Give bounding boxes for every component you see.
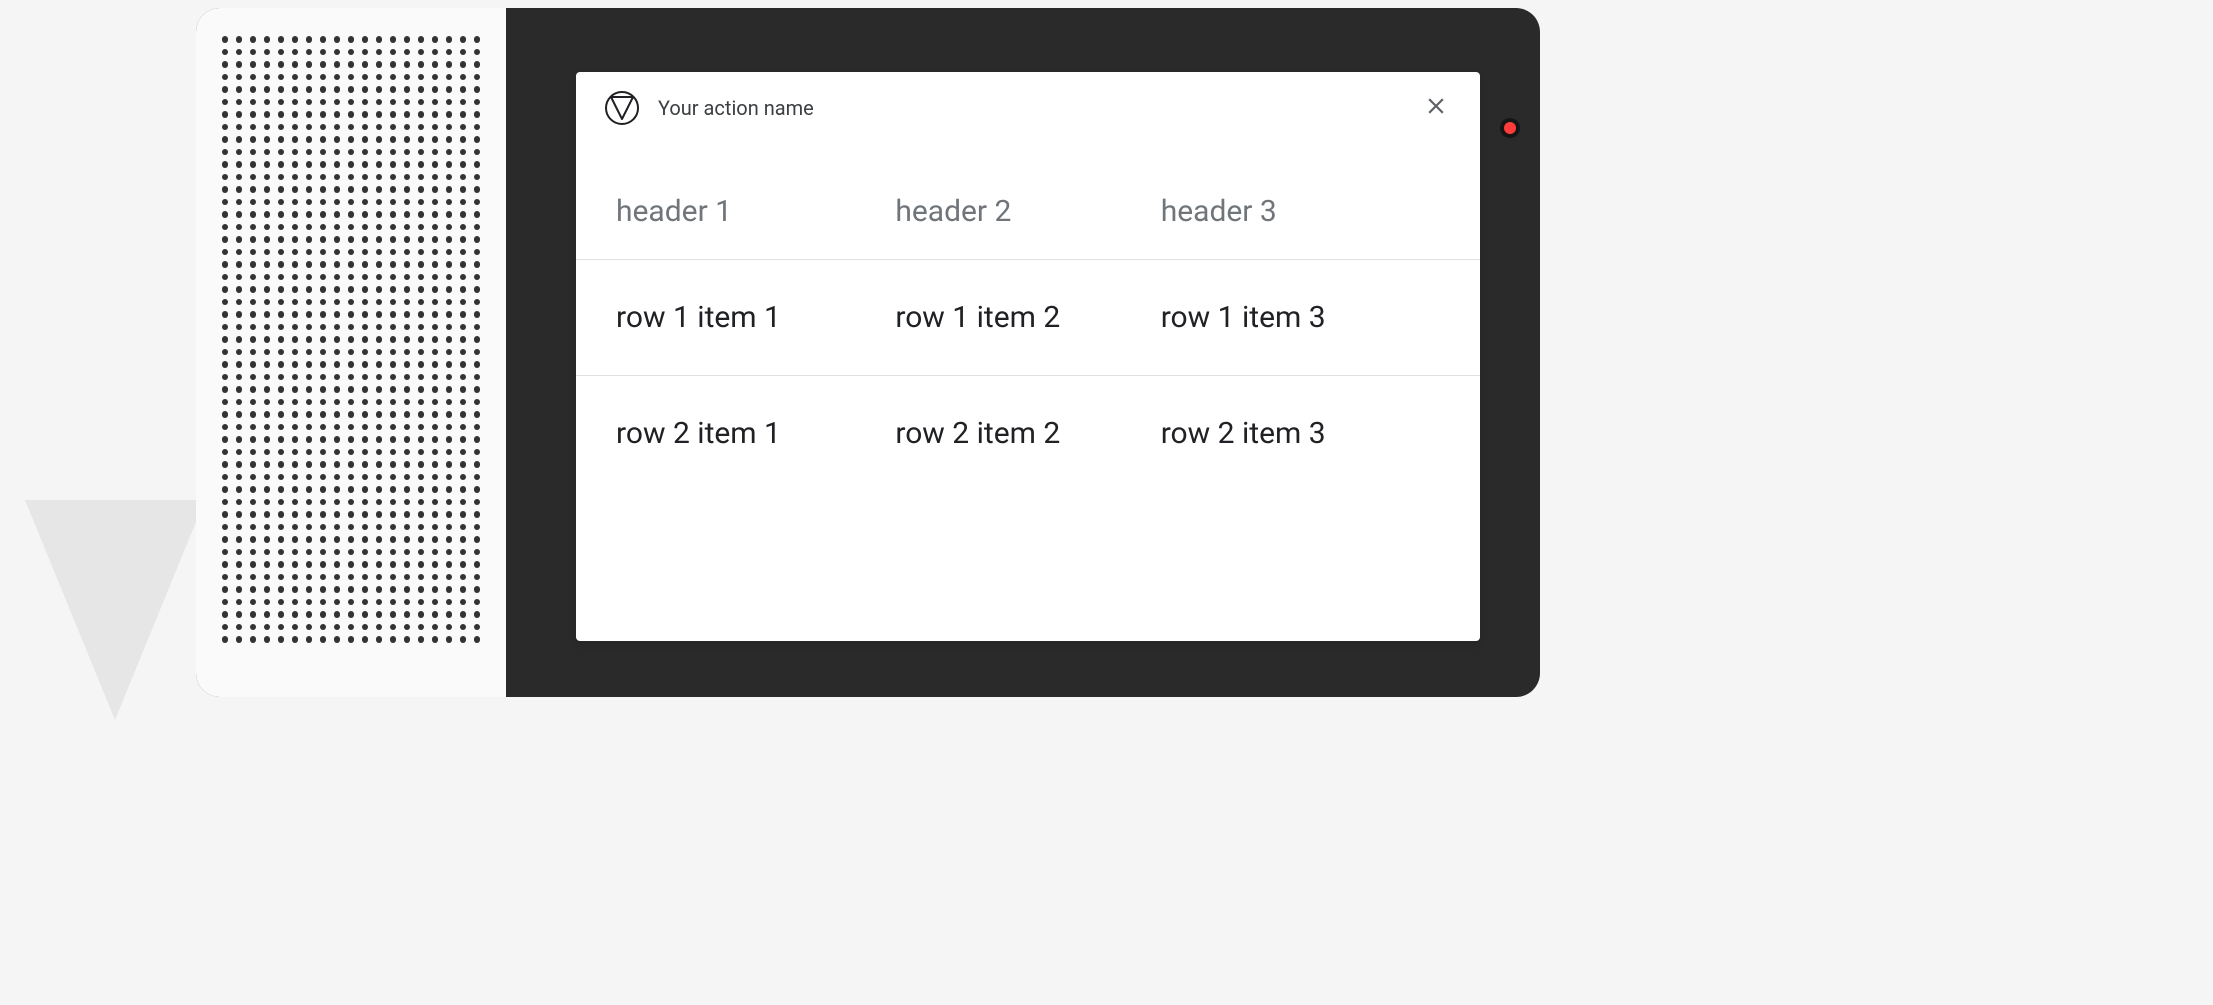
table-row: row 1 item 1 row 1 item 2 row 1 item 3 [576, 260, 1480, 376]
table-cell: row 1 item 2 [895, 300, 1160, 335]
table-cell: row 2 item 1 [616, 416, 895, 451]
table-cell: row 2 item 3 [1161, 416, 1440, 451]
table-cell: row 2 item 2 [895, 416, 1160, 451]
speaker-panel [196, 8, 506, 697]
data-table: header 1 header 2 header 3 row 1 item 1 … [576, 144, 1480, 491]
table-header-row: header 1 header 2 header 3 [576, 144, 1480, 260]
app-logo-icon [604, 90, 640, 126]
close-button[interactable] [1420, 92, 1452, 124]
card-title: Your action name [658, 96, 814, 120]
table-row: row 2 item 1 row 2 item 2 row 2 item 3 [576, 376, 1480, 491]
smart-display-device: Your action name header 1 header 2 heade… [196, 8, 1540, 697]
camera-indicator [1504, 122, 1516, 134]
card-header: Your action name [576, 72, 1480, 144]
device-stand-shadow [25, 500, 205, 720]
speaker-grille [218, 36, 484, 669]
display-screen: Your action name header 1 header 2 heade… [506, 8, 1540, 697]
table-cell: row 1 item 3 [1161, 300, 1440, 335]
close-icon [1423, 93, 1449, 123]
column-header: header 1 [616, 194, 895, 229]
action-card: Your action name header 1 header 2 heade… [576, 72, 1480, 641]
table-cell: row 1 item 1 [616, 300, 895, 335]
column-header: header 2 [895, 194, 1160, 229]
column-header: header 3 [1161, 194, 1440, 229]
